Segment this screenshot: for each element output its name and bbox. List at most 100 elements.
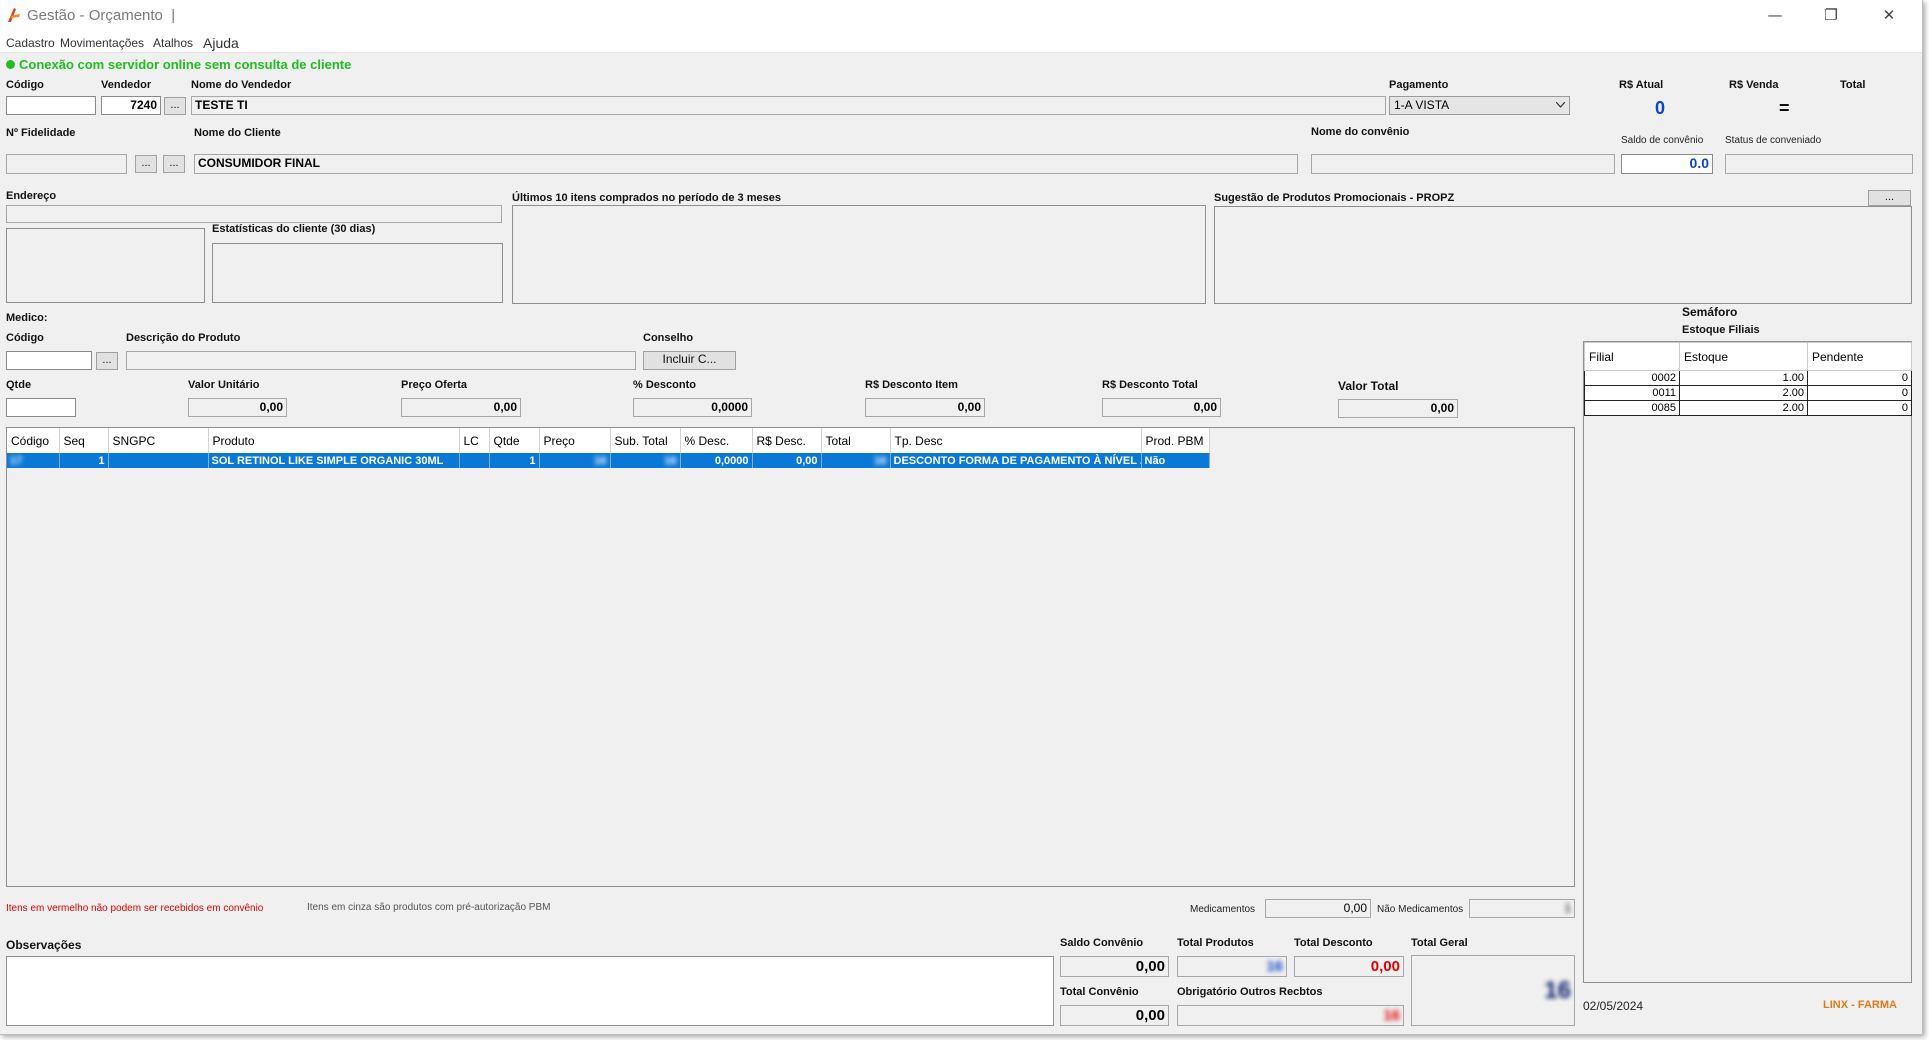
close-button[interactable]: ✕	[1866, 3, 1912, 27]
cell-total: 16	[821, 453, 891, 468]
cell-sub-total: 16	[610, 453, 681, 468]
col-qtde[interactable]: Qtde	[489, 428, 540, 453]
sugestao-more-button[interactable]: ...	[1868, 190, 1911, 206]
items-table: Código Seq SNGPC Produto LC Qtde Preço S…	[7, 428, 1210, 468]
desconto-total-field: 0,00	[1102, 398, 1221, 417]
cell-sngpc	[108, 453, 209, 468]
cliente-search-button[interactable]: ...	[163, 155, 185, 173]
cell-seq: 1	[59, 453, 109, 468]
nome-cliente-field: CONSUMIDOR FINAL	[194, 154, 1298, 174]
table-row[interactable]: 17 1 SOL RETINOL LIKE SIMPLE ORGANIC 30M…	[7, 453, 1210, 468]
legend-gray-text: Itens em cinza são produtos com pré-auto…	[307, 902, 551, 913]
vendedor-input[interactable]: 7240	[101, 96, 161, 115]
total-desconto-field: 0,00	[1294, 956, 1404, 977]
preco-oferta-field: 0,00	[401, 398, 521, 417]
rs-atual-label: R$ Atual	[1619, 79, 1664, 91]
chevron-down-icon	[1556, 102, 1565, 108]
col-total[interactable]: Total	[821, 428, 891, 453]
menu-atalhos[interactable]: Atalhos	[153, 33, 193, 53]
estoque-filiais-label: Estoque Filiais	[1682, 324, 1760, 336]
cell-filial: 0085	[1584, 400, 1680, 416]
cell-tp-desc: DESCONTO FORMA DE PAGAMENTO À NÍVEL ...	[890, 453, 1142, 468]
cell-estoque: 1.00	[1679, 370, 1808, 386]
qtde-input[interactable]	[6, 398, 76, 417]
ultimos-itens-pane	[512, 205, 1206, 304]
incluir-conselho-button[interactable]: Incluir C...	[643, 351, 736, 370]
cell-pendente: 0	[1807, 400, 1912, 416]
observacoes-textarea[interactable]	[6, 956, 1054, 1026]
col-prod-pbm[interactable]: Prod. PBM	[1141, 428, 1210, 453]
menu-ajuda[interactable]: Ajuda	[203, 33, 239, 53]
estoque-table: Filial Estoque Pendente 0002 1.00 0 0011…	[1584, 342, 1912, 416]
menu-cadastro[interactable]: Cadastro	[6, 33, 55, 53]
col-produto[interactable]: Produto	[208, 428, 460, 453]
cell-desc-pct: 0,0000	[680, 453, 753, 468]
saldo-convenio-footer-field: 0,00	[1060, 956, 1169, 977]
app-logo-icon	[8, 8, 20, 22]
col-desc-rs[interactable]: R$ Desc.	[752, 428, 822, 453]
sugestao-label: Sugestão de Produtos Promocionais - PROP…	[1214, 192, 1455, 204]
valor-total-field: 0,00	[1338, 399, 1458, 418]
col-sngpc[interactable]: SNGPC	[108, 428, 209, 453]
col-filial[interactable]: Filial	[1584, 342, 1680, 371]
table-row[interactable]: 0011 2.00 0	[1584, 385, 1912, 401]
estoque-filiais-grid[interactable]: Filial Estoque Pendente 0002 1.00 0 0011…	[1583, 341, 1912, 983]
table-row[interactable]: 0002 1.00 0	[1584, 370, 1912, 386]
menu-movimentacoes[interactable]: Movimentações	[60, 33, 144, 53]
window-title: Gestão - Orçamento |	[27, 7, 176, 24]
medicamentos-label: Medicamentos	[1190, 904, 1256, 915]
nome-convenio-field	[1311, 154, 1615, 174]
items-grid[interactable]: Código Seq SNGPC Produto LC Qtde Preço S…	[6, 427, 1575, 887]
semaforo-title: Semáforo	[1682, 305, 1738, 319]
fidelidade-search-button[interactable]: ...	[135, 155, 157, 173]
table-row[interactable]: 0085 2.00 0	[1584, 400, 1912, 416]
col-preco[interactable]: Preço	[539, 428, 611, 453]
ultimos-itens-label: Últimos 10 itens comprados no período de…	[512, 192, 781, 204]
codigo-input[interactable]	[6, 96, 96, 115]
col-tp-desc[interactable]: Tp. Desc	[890, 428, 1142, 453]
col-pendente[interactable]: Pendente	[1807, 342, 1912, 371]
saldo-convenio-label: Saldo de convênio	[1621, 135, 1704, 146]
produto-codigo-input[interactable]	[6, 351, 92, 370]
preco-oferta-label: Preço Oferta	[401, 379, 468, 391]
total-produtos-label: Total Produtos	[1177, 937, 1254, 949]
cell-produto: SOL RETINOL LIKE SIMPLE ORGANIC 30ML	[208, 453, 460, 468]
obrigatorio-label: Obrigatório Outros Recbtos	[1177, 986, 1323, 998]
cell-pendente: 0	[1807, 370, 1912, 386]
nao-medicamentos-label: Não Medicamentos	[1377, 904, 1464, 915]
col-estoque[interactable]: Estoque	[1679, 342, 1808, 371]
restore-button[interactable]: ❐	[1808, 3, 1854, 27]
cell-estoque: 2.00	[1679, 385, 1808, 401]
nome-cliente-label: Nome do Cliente	[194, 127, 281, 139]
cell-qtde: 1	[489, 453, 540, 468]
col-sub-total[interactable]: Sub. Total	[610, 428, 681, 453]
customer-photo-pane	[6, 228, 205, 303]
total-geral-field: 16	[1411, 955, 1575, 1026]
cell-estoque: 2.00	[1679, 400, 1808, 416]
pagamento-label: Pagamento	[1389, 79, 1449, 91]
fidelidade-input[interactable]	[6, 154, 127, 174]
nome-convenio-label: Nome do convênio	[1311, 126, 1410, 138]
minimize-button[interactable]: —	[1752, 3, 1798, 27]
connection-status: Conexão com servidor online sem consulta…	[19, 57, 352, 72]
col-lc[interactable]: LC	[459, 428, 490, 453]
status-dot-icon	[6, 60, 15, 69]
vendedor-search-button[interactable]: ...	[164, 97, 186, 115]
pagamento-select[interactable]: 1-A VISTA	[1389, 96, 1570, 115]
estoque-header-row: Filial Estoque Pendente	[1584, 342, 1912, 371]
saldo-convenio-field: 0.0	[1621, 154, 1713, 174]
total-convenio-label: Total Convênio	[1060, 986, 1139, 998]
col-codigo[interactable]: Código	[7, 428, 60, 453]
saldo-convenio-footer-label: Saldo Convênio	[1060, 937, 1144, 949]
cell-filial: 0011	[1584, 385, 1680, 401]
cell-pendente: 0	[1807, 385, 1912, 401]
date-label: 02/05/2024	[1583, 999, 1644, 1013]
sugestao-pane	[1214, 206, 1912, 304]
title-bar: Gestão - Orçamento | — ❐ ✕	[0, 0, 1922, 33]
estatisticas-pane	[212, 243, 503, 303]
descricao-produto-field	[126, 351, 636, 370]
col-desc-pct[interactable]: % Desc.	[680, 428, 753, 453]
col-seq[interactable]: Seq	[59, 428, 109, 453]
produto-search-button[interactable]: ...	[96, 352, 118, 370]
cell-filial: 0002	[1584, 370, 1680, 386]
